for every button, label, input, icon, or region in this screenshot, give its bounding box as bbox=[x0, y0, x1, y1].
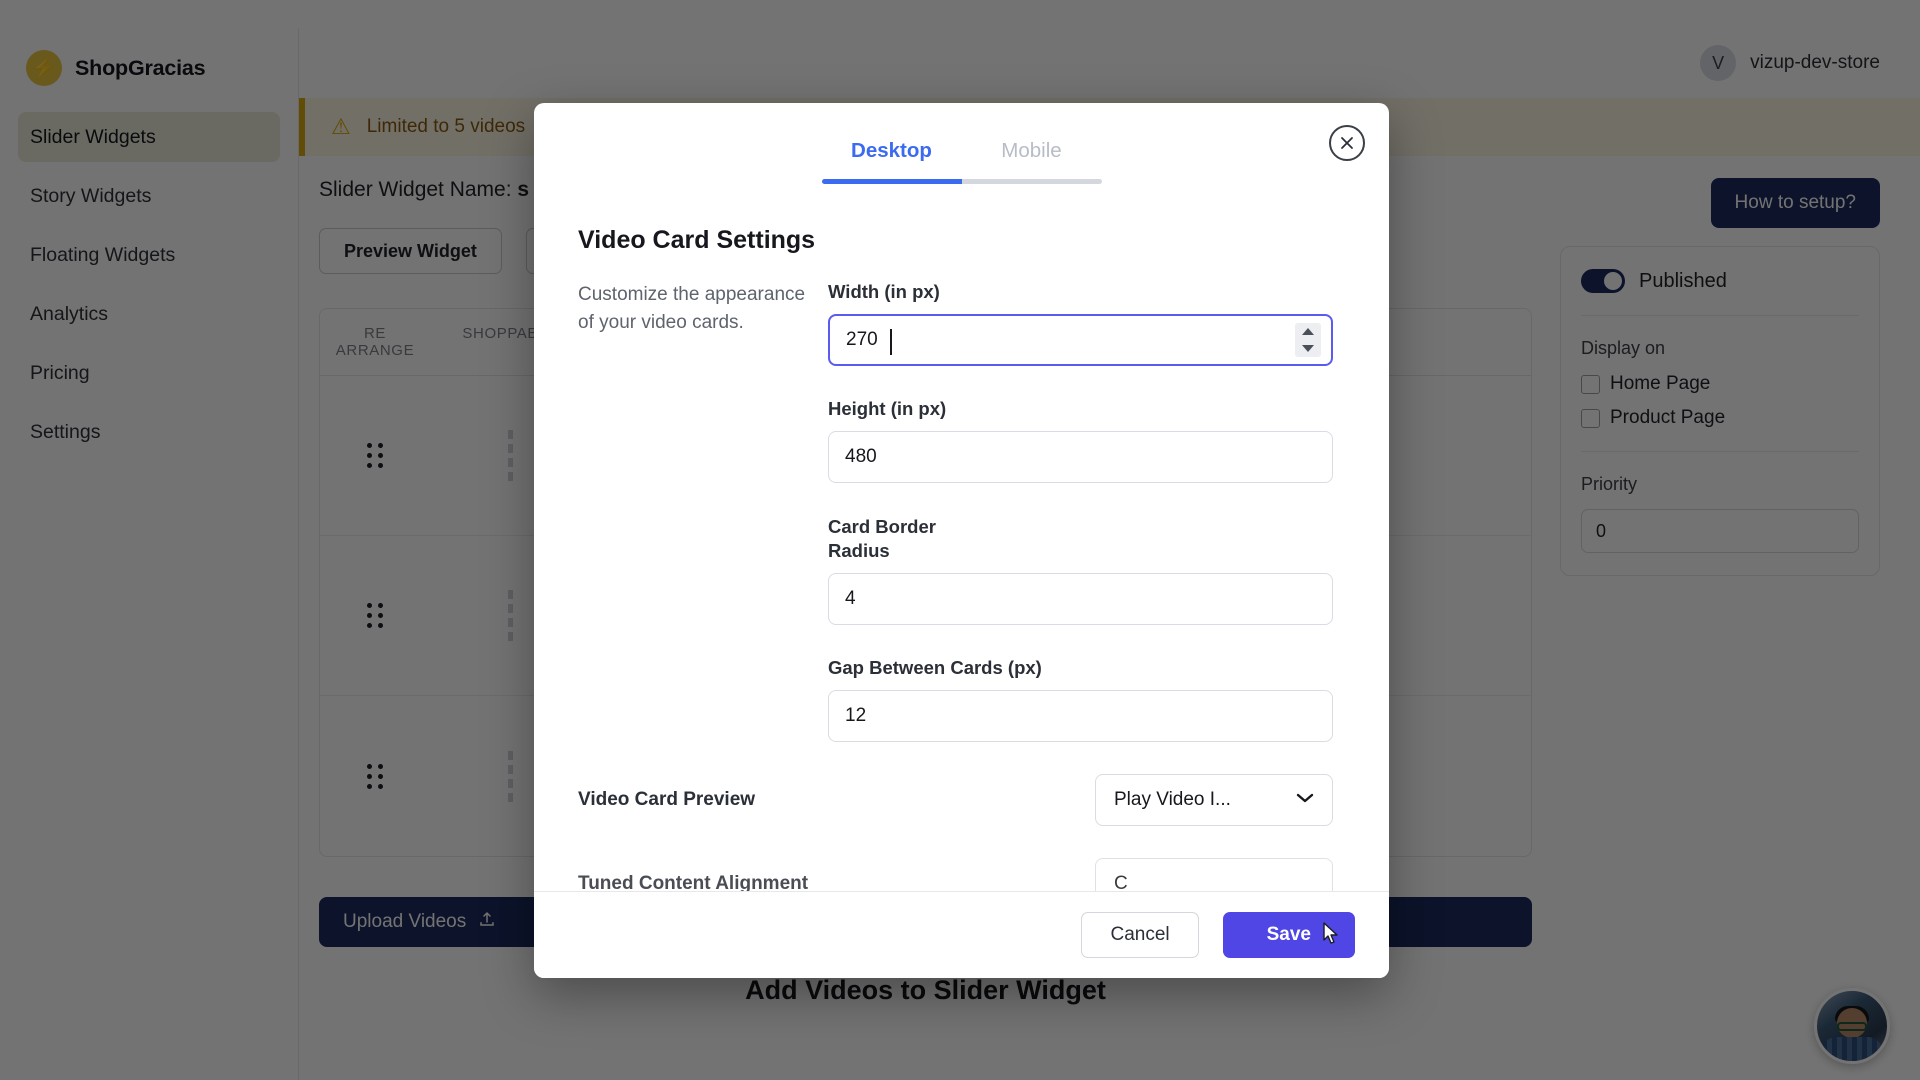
field-label-tuned-content-alignment: Tuned Content Alignment bbox=[578, 873, 809, 891]
tab-desktop[interactable]: Desktop bbox=[822, 139, 962, 179]
modal-tabs: Desktop Mobile bbox=[534, 103, 1389, 184]
field-label-gap-between-cards: Gap Between Cards (px) bbox=[828, 657, 1042, 679]
field-tuned-content-alignment: Tuned Content Alignment C bbox=[578, 858, 1333, 891]
modal-footer: Cancel Save bbox=[534, 891, 1389, 978]
gap-between-cards-input-shell[interactable] bbox=[828, 690, 1333, 743]
tuned-content-alignment-value: C bbox=[1114, 873, 1128, 891]
video-card-settings-modal: Desktop Mobile Video Card Settings Custo… bbox=[534, 103, 1389, 978]
field-card-border-radius: Card Border Radius bbox=[828, 515, 1333, 626]
width-input[interactable] bbox=[830, 316, 1331, 364]
height-input-shell[interactable] bbox=[828, 431, 1333, 483]
text-caret bbox=[890, 329, 892, 355]
chevron-down-icon bbox=[1296, 791, 1314, 809]
stepper-up-icon bbox=[1302, 328, 1314, 335]
field-label-video-card-preview: Video Card Preview bbox=[578, 789, 756, 811]
settings-description: Customize the appearance of your video c… bbox=[578, 284, 806, 333]
field-label-card-border-radius: Card Border Radius bbox=[828, 516, 936, 561]
gap-between-cards-input[interactable] bbox=[829, 691, 1332, 742]
card-border-radius-input-shell[interactable] bbox=[828, 573, 1333, 626]
field-video-card-preview: Video Card Preview Play Video I... bbox=[578, 774, 1333, 827]
width-stepper[interactable] bbox=[1295, 323, 1321, 357]
field-width: Width (in px) bbox=[828, 281, 1333, 366]
tuned-content-alignment-select[interactable]: C bbox=[1095, 858, 1333, 891]
modal-content-scroll[interactable]: Video Card Settings Customize the appear… bbox=[534, 184, 1389, 891]
settings-fields: Width (in px) Height (in px) bbox=[828, 281, 1333, 774]
field-gap-between-cards: Gap Between Cards (px) bbox=[828, 657, 1333, 743]
tab-mobile[interactable]: Mobile bbox=[962, 139, 1102, 179]
close-circle-icon[interactable] bbox=[1329, 125, 1365, 161]
tab-desktop-label: Desktop bbox=[851, 139, 932, 162]
card-border-radius-input[interactable] bbox=[829, 574, 1332, 625]
tab-mobile-label: Mobile bbox=[1001, 139, 1062, 162]
save-button[interactable]: Save bbox=[1222, 912, 1355, 958]
video-card-preview-select[interactable]: Play Video I... bbox=[1095, 774, 1333, 827]
video-card-preview-value: Play Video I... bbox=[1114, 789, 1231, 811]
field-label-width: Width (in px) bbox=[828, 281, 940, 302]
height-input[interactable] bbox=[829, 432, 1332, 482]
modal-title: Video Card Settings bbox=[578, 226, 816, 254]
width-input-shell[interactable] bbox=[828, 314, 1333, 366]
field-height: Height (in px) bbox=[828, 398, 1333, 483]
stepper-down-icon bbox=[1302, 345, 1314, 352]
field-label-height: Height (in px) bbox=[828, 398, 947, 419]
cancel-button[interactable]: Cancel bbox=[1081, 912, 1199, 958]
